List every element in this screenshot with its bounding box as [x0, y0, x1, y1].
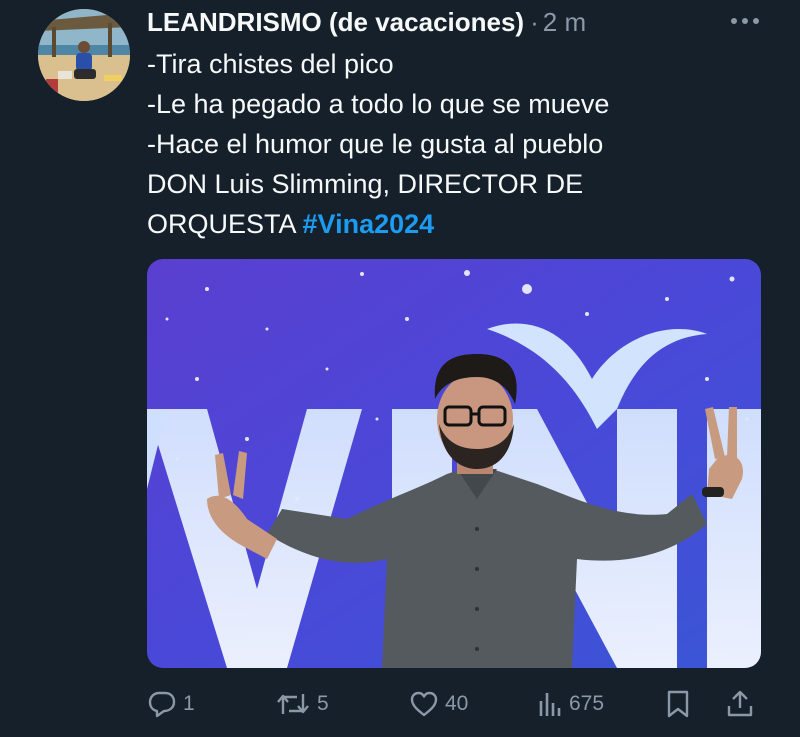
tweet-text: -Tira chistes del pico -Le ha pegado a t… — [147, 44, 767, 244]
tweet-line: DON Luis Slimming, DIRECTOR DE — [147, 169, 584, 199]
separator-dot: · — [530, 6, 539, 37]
like-button[interactable]: 40 — [409, 680, 468, 728]
views-button[interactable]: 675 — [537, 680, 604, 728]
views-count: 675 — [569, 692, 605, 715]
tweet-line-last: ORQUESTA #Vina2024 — [147, 204, 767, 244]
retweet-button[interactable]: 5 — [275, 680, 329, 728]
share-upload-icon — [725, 689, 755, 719]
tweet-line: -Tira chistes del pico — [147, 49, 394, 79]
retweet-arrows-icon — [275, 689, 311, 719]
like-count: 40 — [445, 692, 469, 715]
timestamp[interactable]: 2 m — [543, 7, 586, 38]
more-options-button[interactable] — [728, 8, 762, 34]
share-button[interactable] — [725, 680, 755, 728]
tweet-line-text: ORQUESTA — [147, 209, 303, 239]
bookmark-icon — [665, 689, 691, 719]
heart-icon — [409, 689, 439, 719]
retweet-count: 5 — [317, 692, 329, 715]
tweet-actions: 1 5 40 675 — [147, 680, 761, 728]
tweet-line: -Le ha pegado a todo lo que se mueve — [147, 89, 610, 119]
author-name[interactable]: LEANDRISMO (de vacaciones) — [147, 7, 524, 38]
speech-bubble-icon — [147, 689, 177, 719]
tweet[interactable]: LEANDRISMO (de vacaciones) · 2 m -Tira c… — [0, 0, 800, 737]
reply-count: 1 — [183, 692, 195, 715]
hashtag-link[interactable]: #Vina2024 — [303, 209, 435, 239]
tweet-header: LEANDRISMO (de vacaciones) · 2 m — [147, 4, 586, 40]
avatar[interactable] — [38, 9, 130, 101]
bookmark-button[interactable] — [665, 680, 691, 728]
avatar-image — [38, 9, 130, 101]
tweet-line: -Hace el humor que le gusta al pueblo — [147, 129, 604, 159]
tweet-media[interactable] — [147, 259, 761, 668]
media-photo — [147, 259, 761, 668]
bar-chart-icon — [537, 689, 563, 719]
more-dots-icon — [730, 17, 760, 25]
reply-button[interactable]: 1 — [147, 680, 195, 728]
